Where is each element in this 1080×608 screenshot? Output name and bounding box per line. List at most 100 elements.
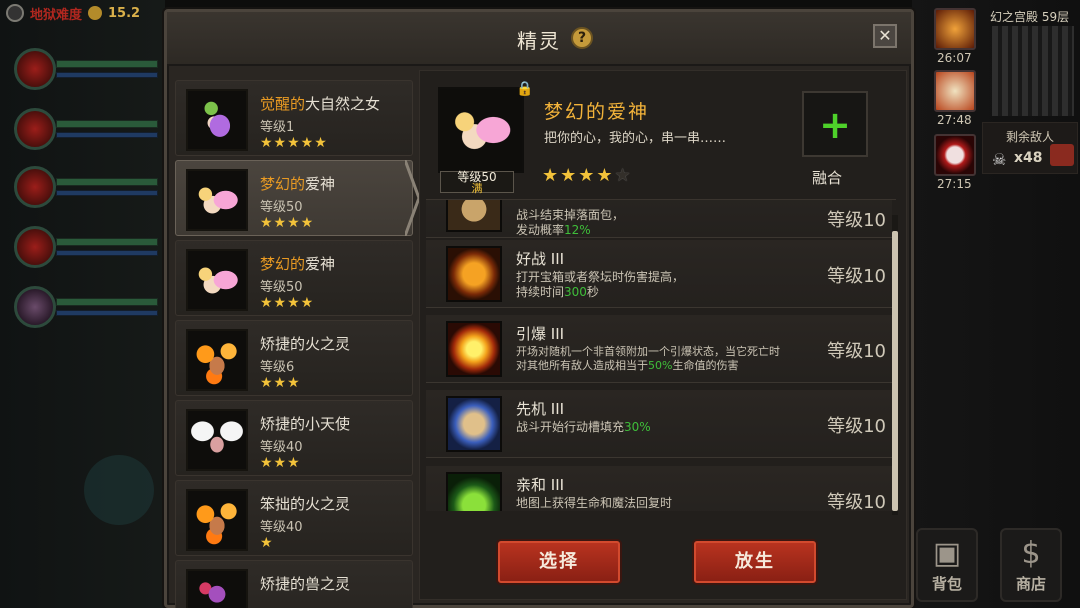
leaf-icon <box>446 472 502 511</box>
spirit-thumbnail <box>186 569 248 608</box>
minimap[interactable] <box>992 26 1074 116</box>
spirit-level: 等级40 <box>260 440 303 455</box>
spirit-name: 梦幻的爱神 <box>260 175 336 193</box>
floor-label: 幻之宫殿 59层 <box>990 10 1070 24</box>
spirit-thumbnail <box>186 169 248 231</box>
spirit-list-item[interactable]: 笨拙的火之灵 等级40 ★ <box>175 480 413 556</box>
hero-portrait <box>14 108 56 150</box>
hp-bar <box>56 120 158 128</box>
menu-icon[interactable] <box>6 4 24 22</box>
skill-row: 引爆 III 开场对随机一个非首领附加一个引爆状态，当它死亡时 对其他所有敌人造成… <box>426 315 892 383</box>
spirit-thumbnail <box>186 89 248 151</box>
skill-description: 战斗开始行动槽填充30% <box>516 420 651 434</box>
spirit-thumbnail <box>186 249 248 311</box>
skill-row: 亲和 III 地图上获得生命和魔法回复时 等级10 <box>426 466 892 511</box>
spirit-level: 等级1 <box>260 120 295 135</box>
hero-slot[interactable] <box>10 284 160 330</box>
mp-bar <box>56 310 158 316</box>
bag-label: 背包 <box>931 575 962 593</box>
spirit-dialog: 精灵 ? ✕ 觉醒的大自然之女 等级1 ★★★★★ 梦幻的爱神 等级50 ★★★… <box>164 9 914 608</box>
shop-button[interactable]: $ 商店 <box>1000 528 1062 602</box>
spirit-list-item[interactable]: 梦幻的爱神 等级50 ★★★★ <box>175 240 413 316</box>
skill-description: 开场对随机一个非首领附加一个引爆状态，当它死亡时 对其他所有敌人造成相当于50%生… <box>516 345 780 372</box>
gold-amount: 15.2 <box>108 5 141 21</box>
hero-slot[interactable] <box>10 46 160 92</box>
level-max: 满 <box>471 182 483 195</box>
buff-icon[interactable] <box>934 8 976 50</box>
hero-portrait <box>14 48 56 90</box>
close-button[interactable]: ✕ <box>873 24 897 48</box>
enemies-remaining-count: x48 <box>1014 150 1043 166</box>
skill-name: 引爆 III <box>516 325 565 343</box>
mp-bar <box>56 190 158 196</box>
spirit-description: 把你的心，我的心，串一串…… <box>544 131 727 146</box>
hero-portrait <box>14 166 56 208</box>
skill-description: 地图上获得生命和魔法回复时 <box>516 496 673 510</box>
skill-row: 好战 III 打开宝箱或者祭坛时伤害提高， 持续时间300秒 等级10 <box>426 240 892 308</box>
ram-horn-icon <box>446 246 502 302</box>
plus-icon: + <box>819 103 851 147</box>
spirit-name: 梦幻的爱神 <box>260 255 336 273</box>
skill-name: 好战 III <box>516 250 565 268</box>
skill-level: 等级10 <box>827 341 886 362</box>
bag-button[interactable]: ▣ 背包 <box>916 528 978 602</box>
hero-portrait <box>14 286 56 328</box>
spirit-name: 矫捷的兽之灵 <box>260 575 351 593</box>
skill-row: 战斗结束掉落面包， 发动概率12% 等级10 <box>426 200 892 238</box>
fuse-label: 融合 <box>812 169 843 187</box>
spirit-level: 等级6 <box>260 360 295 375</box>
spirit-portrait <box>438 87 524 173</box>
spirit-list-item[interactable]: 矫捷的兽之灵 <box>175 560 413 608</box>
spirit-stars: ★★★★★ <box>260 135 328 151</box>
dollar-icon: $ <box>1021 536 1041 571</box>
hero-slot[interactable] <box>10 164 160 210</box>
fuse-button[interactable]: + <box>802 91 868 157</box>
select-button[interactable]: 选择 <box>498 541 620 583</box>
top-status-bar: 地狱难度 15.2 <box>0 0 165 26</box>
spirit-name: 觉醒的大自然之女 <box>260 95 381 113</box>
skill-name: 先机 III <box>516 400 565 418</box>
lock-icon[interactable]: 🔒 <box>516 81 533 97</box>
skill-row: 先机 III 战斗开始行动槽填充30% 等级10 <box>426 390 892 458</box>
spirit-stars: ★★★★ <box>260 295 315 311</box>
spirit-list-item-selected[interactable]: 梦幻的爱神 等级50 ★★★★ <box>175 160 413 236</box>
shop-label: 商店 <box>1015 575 1046 593</box>
chest-icon <box>1050 144 1074 166</box>
level-plate: 等级50 满 <box>440 171 514 195</box>
buff-icon[interactable] <box>934 134 976 176</box>
help-icon[interactable]: ? <box>571 27 593 49</box>
release-button[interactable]: 放生 <box>694 541 816 583</box>
spirit-list-item[interactable]: 矫捷的火之灵 等级6 ★★★ <box>175 320 413 396</box>
spirit-list-item[interactable]: 矫捷的小天使 等级40 ★★★ <box>175 400 413 476</box>
skill-list[interactable]: 战斗结束掉落面包， 发动概率12% 等级10 好战 III 打开宝箱或者祭坛时伤害… <box>426 199 896 511</box>
hp-bar <box>56 60 158 68</box>
spirit-stars: ★★★ <box>260 455 301 471</box>
spirit-level: 等级50 <box>260 280 303 295</box>
skill-level: 等级10 <box>827 210 886 231</box>
bread-icon <box>446 200 502 232</box>
spirit-stars: ★ <box>260 535 274 551</box>
leopard-icon <box>446 396 502 452</box>
spirit-level: 等级40 <box>260 520 303 535</box>
hero-slot[interactable] <box>10 106 160 152</box>
dialog-titlebar: 精灵 ? ✕ <box>167 12 911 66</box>
scrollbar-thumb[interactable] <box>892 231 898 511</box>
skill-level: 等级10 <box>827 492 886 511</box>
skill-level: 等级10 <box>827 266 886 287</box>
hero-slot[interactable] <box>10 224 160 270</box>
spirit-list-item[interactable]: 觉醒的大自然之女 等级1 ★★★★★ <box>175 80 413 156</box>
joystick[interactable] <box>84 455 154 525</box>
spirit-detail-panel: 🔒 等级50 满 梦幻的爱神 把你的心，我的心，串一串…… ★★★★★ + 融合… <box>419 70 907 600</box>
spirit-thumbnail <box>186 409 248 471</box>
spirit-name: 笨拙的火之灵 <box>260 495 351 513</box>
skill-description: 打开宝箱或者祭坛时伤害提高， 持续时间300秒 <box>516 270 685 299</box>
dialog-title: 精灵 <box>517 29 561 53</box>
spirit-list[interactable]: 觉醒的大自然之女 等级1 ★★★★★ 梦幻的爱神 等级50 ★★★★ 梦幻的爱神… <box>175 70 413 608</box>
skull-icon: ☠ <box>992 150 1007 169</box>
spirit-thumbnail <box>186 329 248 391</box>
enemies-remaining-label: 剩余敌人 <box>1006 130 1055 144</box>
spirit-detail-stars: ★★★★★ <box>542 165 633 186</box>
buff-icon[interactable] <box>934 70 976 112</box>
buff-timer: 27:48 <box>937 113 972 127</box>
skill-description: 战斗结束掉落面包， 发动概率12% <box>516 208 625 237</box>
